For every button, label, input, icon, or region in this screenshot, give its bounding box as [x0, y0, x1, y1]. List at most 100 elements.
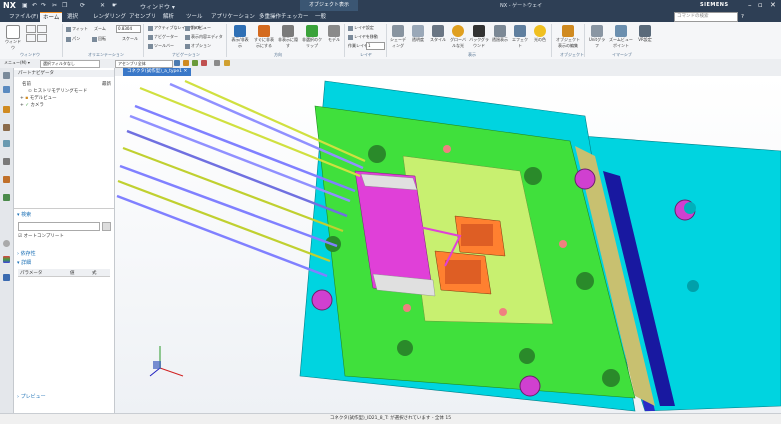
context-tab[interactable]: オブジェクト表示 — [300, 0, 358, 11]
tab-general[interactable]: 一般 — [312, 12, 329, 22]
copy-icon[interactable]: ❐ — [62, 2, 67, 9]
assembly-filter-select[interactable]: アセンブリ全体 — [115, 60, 173, 68]
edit-object-display-button[interactable]: オブジェクト表示の編集 — [555, 25, 581, 49]
search-section-header[interactable]: ▾ 検索 — [14, 212, 114, 219]
layout-split-icon[interactable] — [37, 25, 47, 33]
col-update-header[interactable]: 最新 — [102, 81, 111, 87]
document-tab[interactable]: コネクタ(試作型)_a_type1 ✕ — [123, 68, 192, 76]
pan-button[interactable]: パン — [66, 36, 80, 42]
window-title: NX - ゲートウェイ — [500, 3, 543, 9]
group-label-display: 表示 — [468, 52, 476, 57]
light-icon[interactable] — [224, 60, 230, 66]
hide-button[interactable]: 非表示に隠す — [278, 25, 298, 49]
rotate-button[interactable]: 回転 — [92, 36, 106, 42]
point-icon[interactable] — [192, 60, 198, 66]
clock-icon[interactable] — [3, 240, 10, 247]
constraint-navigator-icon[interactable] — [3, 124, 10, 131]
process-studio-icon[interactable] — [3, 274, 10, 281]
tree-item-cameras[interactable]: + ✓ カメラ — [20, 102, 44, 108]
layout-triple-icon[interactable] — [37, 34, 47, 42]
effect-button[interactable]: エフェクト — [511, 25, 529, 49]
tab-file[interactable]: ファイル(F) — [6, 12, 41, 22]
cut-icon[interactable]: ✂ — [52, 2, 57, 9]
tab-tools[interactable]: ツール — [183, 12, 206, 22]
reuse-library-icon[interactable] — [3, 140, 10, 147]
work-layer-input[interactable]: 1 — [366, 42, 385, 50]
zoom-viewpoint-button[interactable]: ズームビューポイント — [608, 25, 634, 49]
redo-icon[interactable]: ↷ — [41, 2, 46, 9]
mold-model[interactable] — [115, 76, 781, 413]
history-icon[interactable] — [3, 158, 10, 165]
tree-item-model-views[interactable]: + ▪ モデルビュー — [20, 95, 57, 101]
settings-icon[interactable] — [214, 60, 220, 66]
immediate-hide-button[interactable]: すぐに非表示にする — [254, 25, 274, 49]
tab-render[interactable]: レンダリング — [90, 12, 129, 22]
minimize-icon[interactable]: – — [748, 1, 752, 9]
layout-quad-icon[interactable] — [26, 34, 36, 42]
assembly-navigator-icon[interactable] — [3, 106, 10, 113]
layout-item-2[interactable]: ツールバー — [148, 43, 174, 49]
close-icon[interactable]: ✕ — [770, 1, 776, 9]
group-label-object: オブジェクト — [560, 52, 584, 57]
details-section-header[interactable]: ▾ 詳細 — [14, 260, 114, 267]
save-icon[interactable]: ▣ — [22, 2, 28, 9]
curve-icon[interactable] — [201, 60, 207, 66]
tab-select[interactable]: 選択 — [64, 12, 81, 22]
search-go-icon[interactable] — [102, 222, 111, 231]
tab-analysis[interactable]: 解析 — [160, 12, 177, 22]
light-color-button[interactable]: 光の色 — [531, 25, 549, 43]
clip-button[interactable]: 非選択のクリップ — [302, 25, 322, 49]
roles-icon[interactable] — [3, 176, 10, 183]
fit-button[interactable]: フィット — [66, 26, 88, 32]
option-item-0[interactable]: 前のビュー — [185, 25, 211, 31]
select-icon[interactable] — [174, 60, 180, 66]
layout-item-1[interactable]: ナビゲーター — [148, 34, 178, 40]
command-search-input[interactable]: コマンドの検索 — [674, 12, 738, 22]
palette-icon[interactable] — [3, 256, 10, 263]
autocomplete-checkbox[interactable]: ☑ オートコンプリート — [18, 233, 64, 239]
touch-icon[interactable]: ☛ — [112, 2, 117, 9]
transparency-button[interactable]: 透明度 — [409, 25, 427, 43]
vr-settings-button[interactable]: VR設定 — [636, 25, 654, 43]
preview-section-header[interactable]: › プレビュー — [14, 394, 114, 401]
graphics-viewport[interactable] — [115, 76, 781, 413]
tree-item-history[interactable]: ⊙ ヒストリモデリングモード — [28, 88, 87, 94]
transparent-view-button[interactable]: 透過表示 — [491, 25, 509, 43]
snap-icon[interactable] — [183, 60, 189, 66]
repeat-icon[interactable]: ⟳ — [80, 2, 85, 9]
close-doc-icon[interactable]: ✕ — [100, 2, 105, 9]
option-item-1[interactable]: 表示内容エディタ — [185, 34, 223, 40]
group-label-navigation: ナビゲーション — [172, 52, 200, 57]
settings-resource-icon[interactable] — [3, 72, 10, 79]
tab-assembly[interactable]: アセンブリ — [126, 12, 159, 22]
show-hide-button[interactable]: 表示/非表示 — [230, 25, 250, 49]
menu-button[interactable]: メニュー(M) ▾ — [2, 60, 34, 66]
zoom-input[interactable]: 0.8304 — [116, 25, 141, 33]
work-layer-label: 作業レイヤ — [348, 43, 368, 48]
ribbon: ウィンドウ フィット パン 回転 ズーム 0.8304 スケール アクティブなレ… — [0, 22, 781, 60]
dependency-section-header[interactable]: › 依存性 — [14, 251, 114, 258]
shading-button[interactable]: シェーディング — [389, 25, 407, 49]
part-navigator-icon[interactable] — [3, 86, 10, 93]
window-menu[interactable]: ウィンドウ ▾ — [140, 2, 175, 11]
undo-icon[interactable]: ↶ — [32, 2, 37, 9]
type-filter-select[interactable]: 選択フィルタなし — [40, 60, 100, 68]
unit-graph-button[interactable]: Unitグラフ — [588, 25, 606, 49]
layout-grid-icons[interactable] — [26, 25, 54, 47]
layer-move[interactable]: レイヤを移動 — [348, 34, 378, 40]
col-name-header[interactable]: 名前 — [22, 81, 31, 87]
option-item-2[interactable]: オプション — [185, 43, 211, 49]
model-button[interactable]: モデル — [326, 25, 342, 43]
tab-multi-checker[interactable]: 多重操作チェッカー — [256, 12, 312, 22]
help-icon[interactable]: ? — [738, 12, 747, 22]
window-button[interactable]: ウィンドウ — [4, 25, 22, 51]
background-button[interactable]: バックグラウンド — [469, 25, 489, 49]
style-button[interactable]: スタイル — [429, 25, 447, 43]
layout-single-icon[interactable] — [26, 25, 36, 33]
web-browser-icon[interactable] — [3, 194, 10, 201]
layer-settings[interactable]: レイヤ設定 — [348, 25, 374, 31]
navigator-search-input[interactable] — [18, 222, 100, 231]
maximize-icon[interactable]: ▫ — [758, 1, 763, 9]
tab-application[interactable]: アプリケーション — [208, 12, 258, 22]
global-light-button[interactable]: グローバルな光 — [449, 25, 467, 49]
